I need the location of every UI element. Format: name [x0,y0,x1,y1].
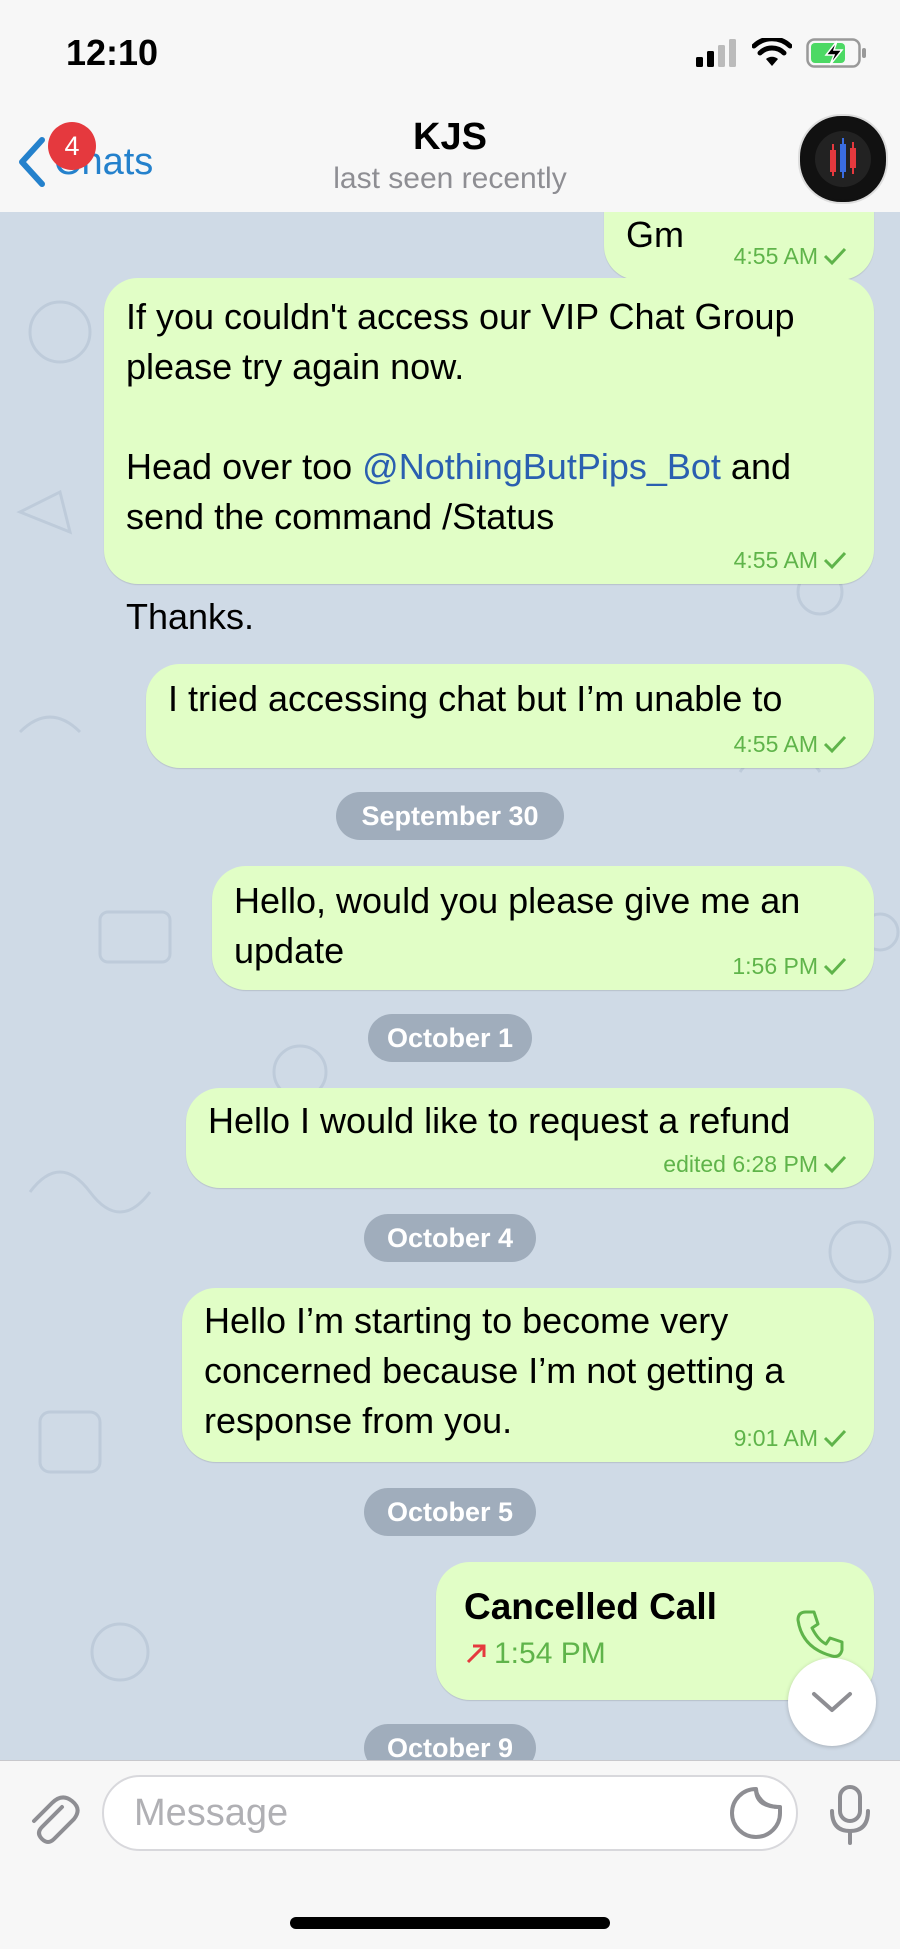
battery-charging-icon [806,38,866,68]
message-time: edited 6:28 PM [663,1151,818,1177]
chat-title[interactable]: KJS [0,116,900,159]
date-separator: October 1 [368,1014,532,1062]
wifi-icon [752,38,792,66]
message-input[interactable] [102,1775,798,1851]
message-text: Hello I would like to request a refund [208,1100,791,1141]
outgoing-call-arrow-icon [466,1644,486,1664]
message-composer [0,1760,900,1949]
signal-icon [696,39,736,67]
chat-header: Chats 4 KJS last seen recently [0,100,900,213]
message-meta: 4:55 AM [734,242,848,270]
message-meta: edited 6:28 PM [663,1150,848,1178]
message-list[interactable]: Gm 4:55 AM If you couldn't access our VI… [0,212,900,1760]
date-separator: October 5 [364,1488,536,1536]
message-time: 4:55 AM [733,731,818,757]
scroll-to-bottom-button[interactable] [788,1658,876,1746]
sticker-icon[interactable] [728,1785,784,1841]
paperclip-icon[interactable] [22,1789,82,1849]
date-separator: September 30 [336,792,564,840]
message-meta: 4:55 AM [734,546,848,574]
message-text: I tried accessing chat but I’m unable to [168,678,783,719]
sent-check-icon [823,551,847,570]
date-separator: October 9 [364,1724,536,1760]
message-text-fragment: Head over too [126,446,363,487]
clock: 12:10 [66,32,159,73]
last-seen-status: last seen recently [333,162,567,195]
date-separator: October 4 [364,1214,536,1262]
sent-check-icon [823,957,847,976]
message-meta: 4:55 AM [734,730,848,758]
sent-check-icon [823,1429,847,1448]
sent-check-icon [823,1155,847,1174]
message-time: 4:55 AM [733,547,818,573]
call-time: 1:54 PM [494,1637,606,1670]
message-meta: 9:01 AM [734,1424,848,1452]
message-text-line: Head over too @NothingButPips_Bot and se… [126,442,856,542]
home-indicator [290,1917,610,1929]
status-icons [696,38,868,68]
bot-username-link[interactable]: @NothingButPips_Bot [362,446,721,487]
avatar-logo [802,118,884,200]
message-bubble-outgoing[interactable]: I tried accessing chat but I’m unable to… [146,664,874,768]
message-time: 4:55 AM [733,243,818,269]
call-time-row: 1:54 PM [464,1636,606,1672]
message-bubble-outgoing[interactable]: Hello I would like to request a refund e… [186,1088,874,1188]
message-meta: 1:56 PM [732,952,848,980]
chevron-down-icon [812,1692,852,1712]
call-title: Cancelled Call [464,1586,717,1627]
status-bar: 12:10 [0,0,900,100]
sent-check-icon [823,247,847,266]
message-text-thanks: Thanks. [126,596,255,637]
message-text: Gm [626,214,684,255]
phone-icon[interactable] [792,1606,848,1662]
message-bubble-outgoing[interactable]: If you couldn't access our VIP Chat Grou… [104,278,874,637]
avatar[interactable] [798,114,888,204]
message-time: 9:01 AM [733,1425,818,1451]
message-bubble-outgoing[interactable]: Gm 4:55 AM [604,212,874,280]
sent-check-icon [823,735,847,754]
message-text: If you couldn't access our VIP Chat Grou… [126,296,795,387]
message-bubble-outgoing[interactable]: Hello, would you please give me an updat… [212,866,874,990]
message-time: 1:56 PM [732,953,818,979]
message-bubble-outgoing[interactable]: Hello I’m starting to become very concer… [182,1288,874,1462]
microphone-icon[interactable] [822,1783,878,1847]
